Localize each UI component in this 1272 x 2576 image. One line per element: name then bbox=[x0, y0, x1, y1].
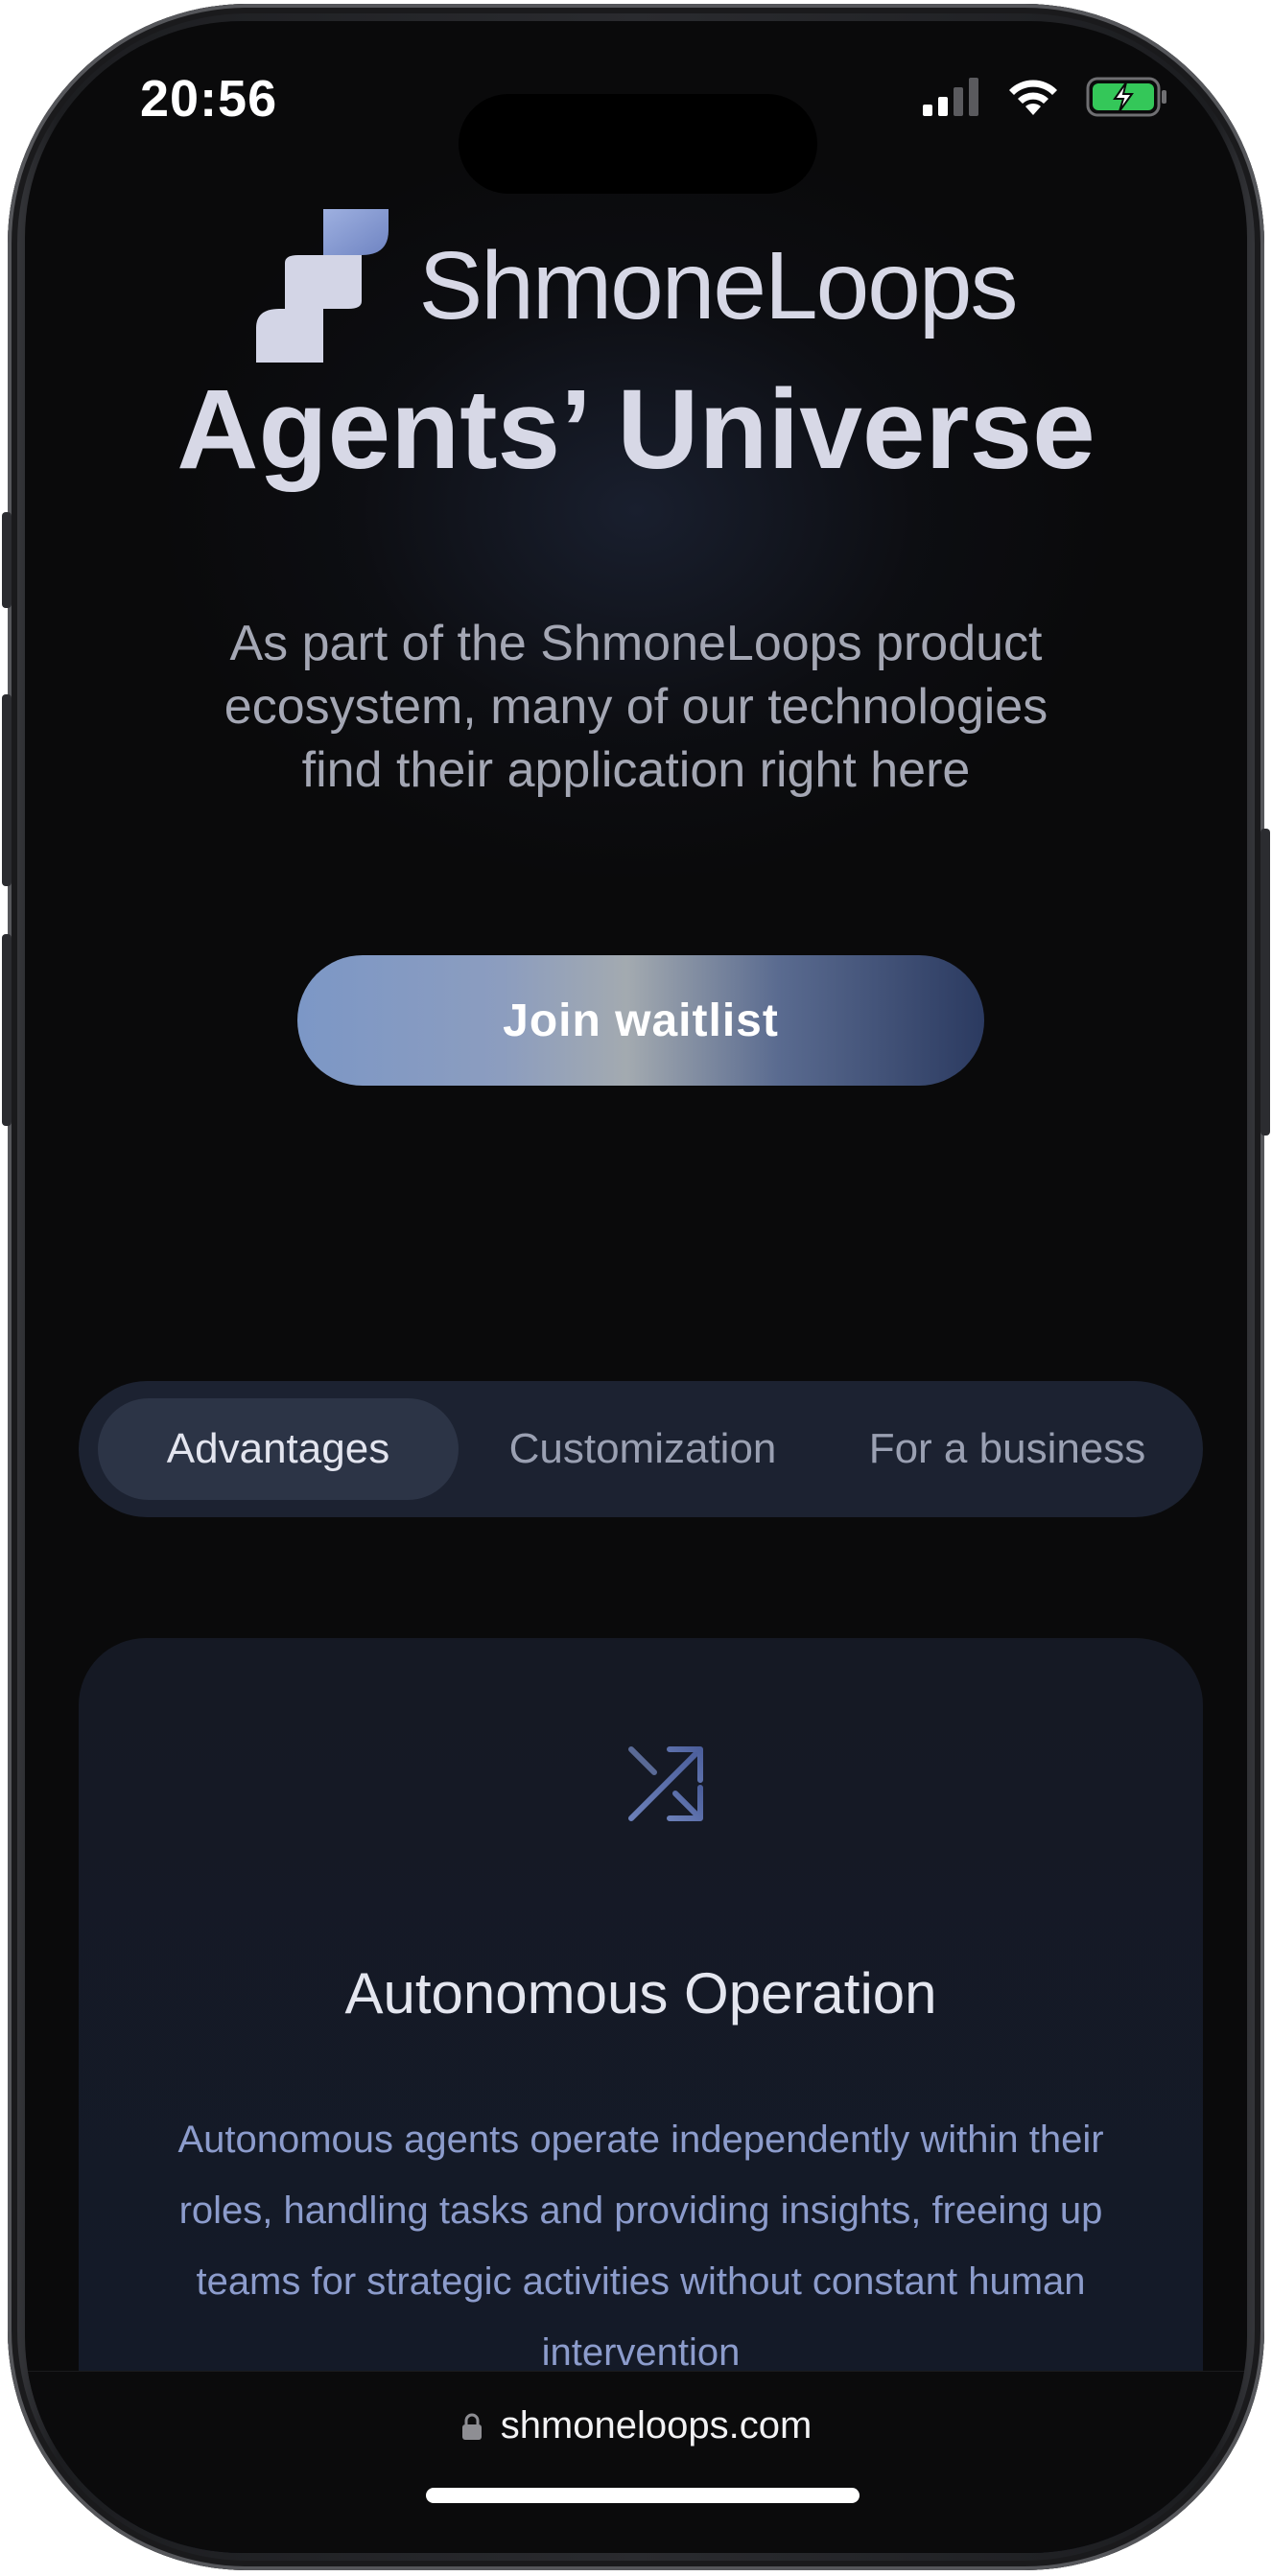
join-waitlist-button[interactable]: Join waitlist bbox=[297, 955, 984, 1086]
address-display[interactable]: shmoneloops.com bbox=[25, 2404, 1247, 2447]
action-button bbox=[2, 512, 12, 608]
feature-tabs: Advantages Customization For a business bbox=[79, 1381, 1203, 1517]
browser-address-bar[interactable]: shmoneloops.com bbox=[25, 2371, 1247, 2553]
brand-header[interactable]: ShmoneLoops bbox=[25, 209, 1247, 363]
tab-customization[interactable]: Customization bbox=[462, 1398, 823, 1500]
home-indicator[interactable] bbox=[426, 2488, 860, 2503]
lock-icon bbox=[461, 2413, 482, 2440]
hero-title: Agents’ Universe bbox=[177, 366, 1095, 493]
dynamic-island bbox=[459, 94, 817, 194]
card-description: Autonomous agents operate independently … bbox=[177, 2119, 1104, 2374]
power-button bbox=[1260, 829, 1270, 1136]
tab-for-a-business[interactable]: For a business bbox=[827, 1398, 1188, 1500]
shuffle-icon bbox=[628, 1746, 703, 1821]
brand-name: ShmoneLoops bbox=[418, 231, 1019, 340]
shmoneloops-logo-icon bbox=[255, 209, 389, 363]
battery-charging-icon bbox=[1086, 77, 1166, 117]
status-icons bbox=[921, 77, 1168, 117]
tab-advantages[interactable]: Advantages bbox=[98, 1398, 459, 1500]
hero-subtitle: As part of the ShmoneLoops product ecosy… bbox=[224, 616, 1048, 798]
card-title: Autonomous Operation bbox=[344, 1961, 937, 2026]
cellular-signal-icon bbox=[923, 78, 978, 116]
volume-down-button bbox=[2, 934, 12, 1126]
status-time: 20:56 bbox=[140, 70, 278, 128]
volume-up-button bbox=[2, 694, 12, 886]
wifi-icon bbox=[1009, 80, 1057, 115]
phone-screen: 20:56 ShmoneLoops Agents’ Universe As pa… bbox=[25, 21, 1247, 2553]
url-text: shmoneloops.com bbox=[500, 2404, 813, 2447]
